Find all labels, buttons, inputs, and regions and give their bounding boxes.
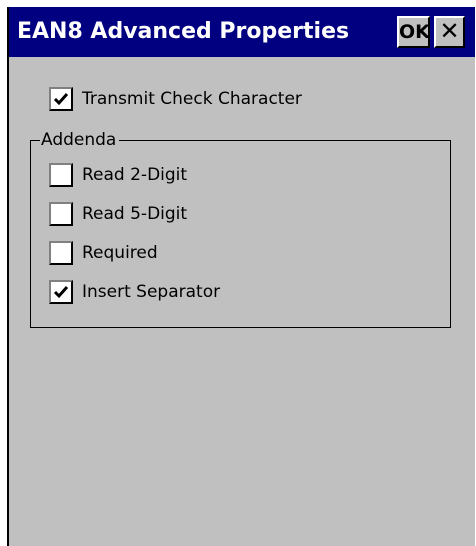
required-checkbox[interactable]: Required [49, 241, 269, 269]
transmit-check-character-checkbox[interactable]: Transmit Check Character [49, 87, 369, 115]
close-icon: ✕ [439, 17, 460, 45]
close-button[interactable]: ✕ [434, 16, 465, 48]
checkmark-icon [53, 286, 69, 299]
title-bar: EAN8 Advanced Properties OK ✕ [9, 7, 475, 57]
checkbox-label: Required [82, 243, 158, 263]
checkbox-label: Transmit Check Character [82, 89, 302, 109]
checkbox-label: Insert Separator [82, 282, 221, 302]
checkmark-icon [53, 93, 69, 106]
checkbox-box [49, 241, 73, 265]
checkbox-label: Read 2-Digit [82, 165, 188, 185]
properties-dialog: EAN8 Advanced Properties OK ✕ Transmit C… [7, 7, 475, 546]
read-5-digit-checkbox[interactable]: Read 5-Digit [49, 202, 269, 230]
checkbox-label: Read 5-Digit [82, 204, 188, 224]
ok-button[interactable]: OK [397, 16, 430, 48]
checkbox-box [49, 202, 73, 226]
read-2-digit-checkbox[interactable]: Read 2-Digit [49, 163, 269, 191]
checkbox-box [49, 87, 73, 111]
checkbox-box [49, 163, 73, 187]
addenda-legend: Addenda [40, 129, 120, 151]
window-title: EAN8 Advanced Properties [17, 19, 350, 44]
checkbox-box [49, 280, 73, 304]
insert-separator-checkbox[interactable]: Insert Separator [49, 280, 309, 308]
